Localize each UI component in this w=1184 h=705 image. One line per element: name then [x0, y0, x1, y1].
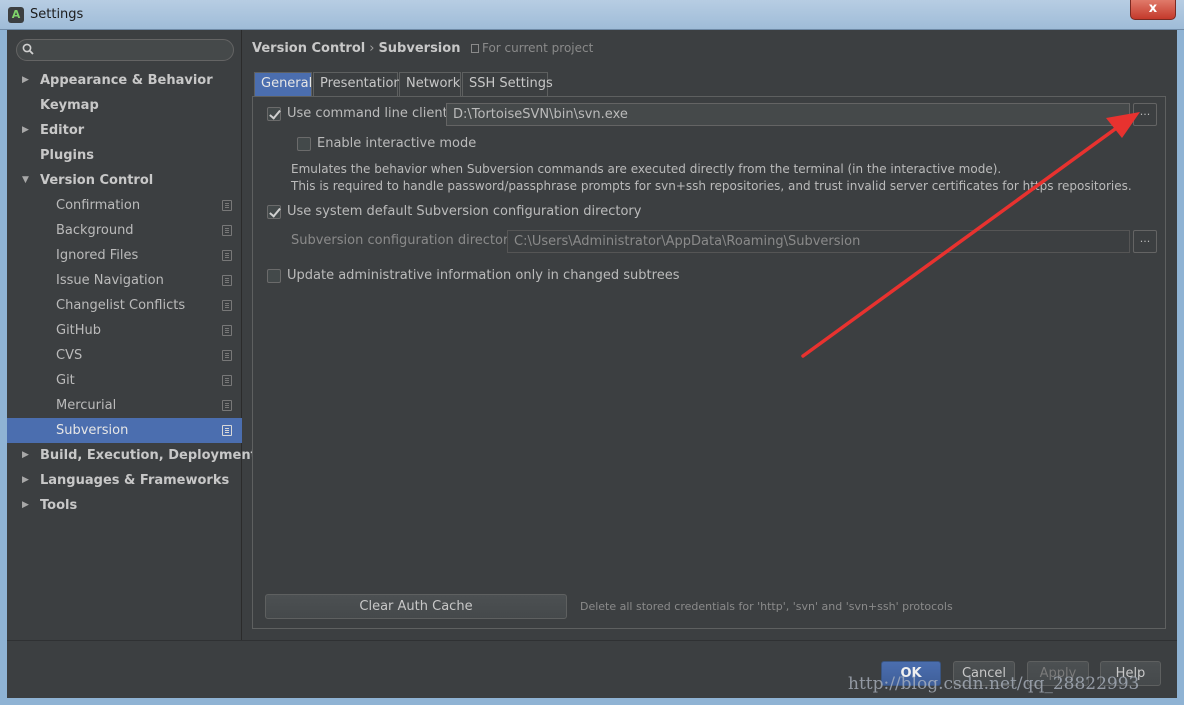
interactive-mode-label: Enable interactive mode — [317, 136, 477, 151]
tree-item-label: CVS — [56, 348, 83, 363]
interactive-mode-description-1: Emulates the behavior when Subversion co… — [291, 162, 1002, 176]
tree-item-label: Build, Execution, Deployment — [40, 448, 257, 463]
use-default-config-checkbox[interactable] — [267, 205, 281, 219]
tree-item-confirmation[interactable]: Confirmation — [7, 193, 242, 218]
breadcrumb-current: Subversion — [378, 41, 461, 56]
tree-item-label: Version Control — [40, 173, 154, 188]
tab-network[interactable]: Network — [399, 72, 461, 96]
tree-item-label: Languages & Frameworks — [40, 473, 230, 488]
tree-item-tools[interactable]: ▶ Tools — [7, 493, 242, 518]
config-dir-input[interactable]: C:\Users\Administrator\AppData\Roaming\S… — [507, 230, 1130, 253]
project-scope-icon — [222, 300, 232, 311]
general-tab-content: Use command line client: D:\TortoiseSVN\… — [252, 96, 1166, 629]
tree-item-issue-navigation[interactable]: Issue Navigation — [7, 268, 242, 293]
expand-arrow-icon[interactable]: ▶ — [22, 68, 29, 93]
project-scope-icon — [222, 350, 232, 361]
project-scope-icon — [470, 44, 479, 53]
tab-general[interactable]: General — [254, 72, 312, 96]
tree-item-appearance-behavior[interactable]: ▶ Appearance & Behavior — [7, 68, 242, 93]
project-scope-note: For current project — [470, 41, 594, 55]
android-studio-icon: A — [8, 7, 24, 23]
expand-arrow-icon[interactable]: ▶ — [22, 493, 29, 518]
breadcrumb-separator: › — [369, 41, 375, 56]
tree-item-label: Keymap — [40, 98, 99, 113]
update-admin-checkbox[interactable] — [267, 269, 281, 283]
project-scope-icon — [222, 200, 232, 211]
tree-item-label: Appearance & Behavior — [40, 73, 213, 88]
tree-item-background[interactable]: Background — [7, 218, 242, 243]
tree-item-changelist-conflicts[interactable]: Changelist Conflicts — [7, 293, 242, 318]
tree-item-build-execution-deployment[interactable]: ▶ Build, Execution, Deployment — [7, 443, 257, 468]
watermark-text: http://blog.csdn.net/qq_28822993 — [848, 674, 1140, 694]
use-cmd-client-checkbox[interactable] — [267, 107, 281, 121]
use-cmd-client-label: Use command line client: — [287, 106, 453, 121]
clear-auth-cache-description: Delete all stored credentials for 'http'… — [580, 600, 953, 613]
config-dir-browse-button[interactable]: ... — [1133, 230, 1157, 253]
tree-item-label: Confirmation — [56, 198, 141, 213]
tree-item-languages-frameworks[interactable]: ▶ Languages & Frameworks — [7, 468, 242, 493]
tab-presentation[interactable]: Presentation — [313, 72, 402, 96]
interactive-mode-checkbox[interactable] — [297, 137, 311, 151]
search-icon — [22, 43, 34, 55]
tree-item-version-control[interactable]: ▼ Version Control — [7, 168, 242, 193]
tree-item-label: Mercurial — [56, 398, 117, 413]
update-admin-label: Update administrative information only i… — [287, 268, 680, 283]
cmd-client-path-input[interactable]: D:\TortoiseSVN\bin\svn.exe — [446, 103, 1130, 126]
settings-tree-panel: ▶ Appearance & Behavior Keymap ▶ Editor … — [7, 30, 257, 640]
settings-search-input[interactable] — [16, 39, 234, 61]
tree-item-subversion[interactable]: Subversion — [7, 418, 242, 443]
expand-arrow-icon[interactable]: ▶ — [22, 468, 29, 493]
interactive-mode-description-2: This is required to handle password/pass… — [291, 179, 1132, 193]
tree-item-plugins[interactable]: Plugins — [7, 143, 242, 168]
tree-item-label: Background — [56, 223, 134, 238]
project-scope-icon — [222, 425, 232, 436]
project-scope-icon — [222, 375, 232, 386]
collapse-arrow-icon[interactable]: ▼ — [22, 168, 29, 193]
tree-item-label: Changelist Conflicts — [56, 298, 186, 313]
project-scope-icon — [222, 325, 232, 336]
settings-tree: ▶ Appearance & Behavior Keymap ▶ Editor … — [7, 68, 257, 518]
tree-item-editor[interactable]: ▶ Editor — [7, 118, 242, 143]
expand-arrow-icon[interactable]: ▶ — [22, 118, 29, 143]
project-scope-icon — [222, 275, 232, 286]
project-scope-icon — [222, 225, 232, 236]
breadcrumb: Version Control › Subversion For current p… — [252, 41, 593, 56]
tree-item-label: Ignored Files — [56, 248, 139, 263]
tree-item-label: Editor — [40, 123, 85, 138]
window-titlebar: A Settings x — [0, 0, 1184, 30]
tree-item-label: Subversion — [56, 423, 129, 438]
tree-item-label: Plugins — [40, 148, 94, 163]
tree-item-label: Tools — [40, 498, 78, 513]
project-scope-icon — [222, 400, 232, 411]
tree-item-label: Issue Navigation — [56, 273, 164, 288]
tree-item-mercurial[interactable]: Mercurial — [7, 393, 242, 418]
tree-item-cvs[interactable]: CVS — [7, 343, 242, 368]
tree-item-label: Git — [56, 373, 75, 388]
use-default-config-label: Use system default Subversion configurat… — [287, 204, 642, 219]
tree-item-label: GitHub — [56, 323, 102, 338]
clear-auth-cache-button[interactable]: Clear Auth Cache — [265, 594, 567, 619]
settings-dialog: ▶ Appearance & Behavior Keymap ▶ Editor … — [7, 30, 1177, 698]
tab-ssh-settings[interactable]: SSH Settings — [462, 72, 553, 96]
window-close-button[interactable]: x — [1130, 0, 1176, 20]
breadcrumb-parent: Version Control — [252, 41, 366, 56]
cmd-client-browse-button[interactable]: ... — [1133, 103, 1157, 126]
project-scope-label: For current project — [481, 41, 594, 55]
tree-item-github[interactable]: GitHub — [7, 318, 242, 343]
config-dir-label: Subversion configuration directory: — [291, 233, 520, 248]
project-scope-icon — [222, 250, 232, 261]
tree-item-keymap[interactable]: Keymap — [7, 93, 242, 118]
expand-arrow-icon[interactable]: ▶ — [22, 443, 29, 468]
tree-item-git[interactable]: Git — [7, 368, 242, 393]
window-title: Settings — [30, 7, 84, 22]
tree-item-ignored-files[interactable]: Ignored Files — [7, 243, 242, 268]
